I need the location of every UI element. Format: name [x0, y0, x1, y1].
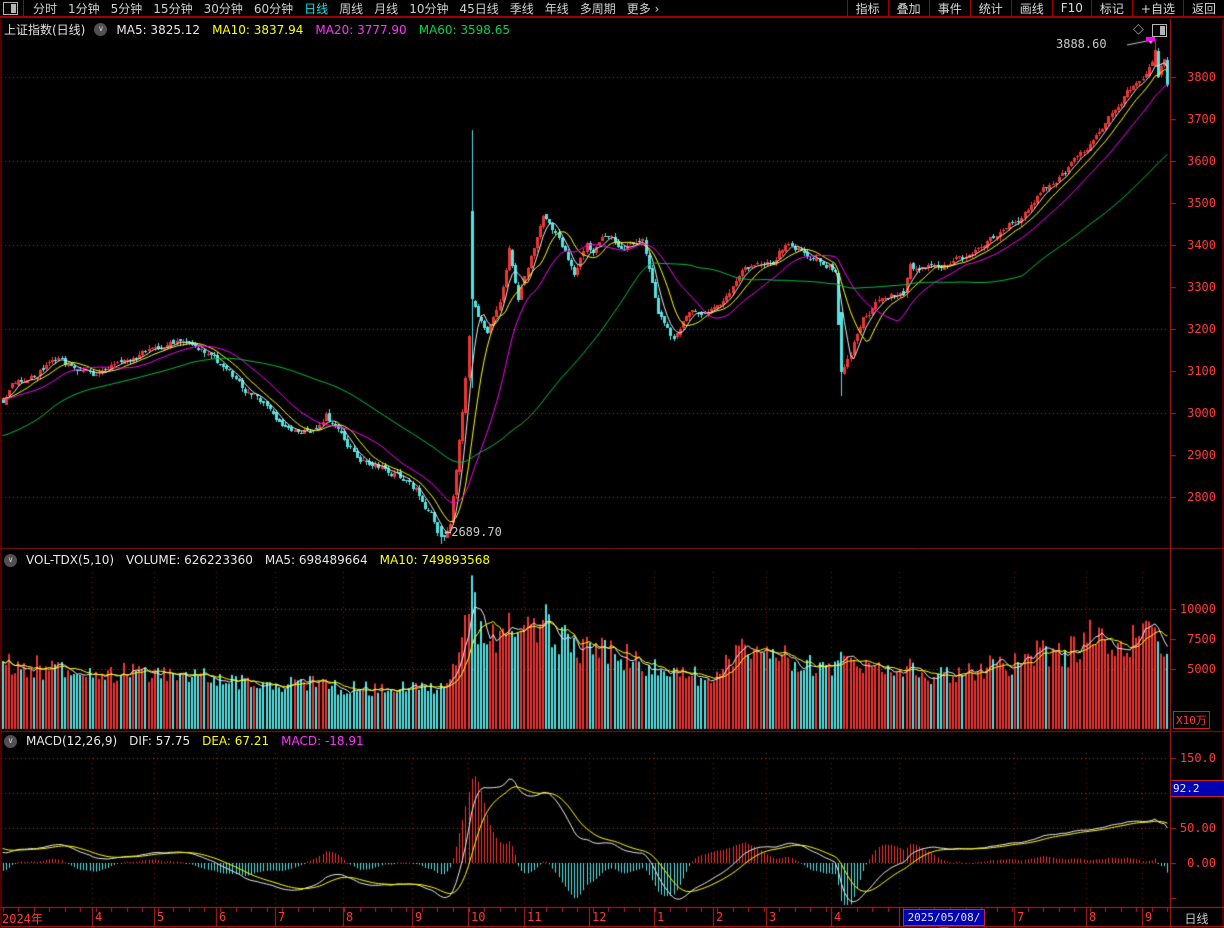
period-tab-6[interactable]: 日线: [304, 0, 328, 17]
indicator-readout: MA10: 3837.94: [212, 23, 303, 37]
period-tab-1[interactable]: 1分钟: [68, 0, 100, 17]
xaxis-label-6: 6: [219, 910, 226, 924]
volume-unit-label: X10万: [1173, 711, 1210, 729]
xaxis-label-7: 7: [278, 910, 285, 924]
macd-pane-header: ∨ MACD(12,26,9) DIF: 57.75 DEA: 67.21 MACD:…: [4, 734, 364, 748]
toolbar-button-6[interactable]: 标记: [1091, 0, 1132, 17]
price-tick-label: 2800: [1172, 490, 1216, 504]
high-price-label: 3888.60: [1056, 37, 1107, 51]
toolbar-button-0[interactable]: 指标: [847, 0, 888, 17]
period-tab-12[interactable]: 年线: [545, 0, 569, 17]
price-tick-label: 3700: [1172, 112, 1216, 126]
xaxis-label-11: 11: [527, 910, 541, 924]
chart-canvas[interactable]: [0, 0, 1224, 928]
indicator-readout: MACD: -18.91: [281, 734, 364, 748]
macd-axis-marker: 92.2: [1171, 780, 1224, 797]
collapse-chevron-icon[interactable]: ∨: [94, 23, 107, 36]
volume-indicator-values: VOL-TDX(5,10) VOLUME: 626223360 MA5: 69848…: [26, 553, 490, 567]
xaxis-label-3: 3: [769, 910, 776, 924]
macd-tick-label: 50.00: [1172, 821, 1216, 835]
macd-indicator-values: MACD(12,26,9) DIF: 57.75 DEA: 67.21 MACD: -…: [26, 734, 364, 748]
xaxis-label-1: 1: [657, 910, 664, 924]
toolbar-button-4[interactable]: 画线: [1011, 0, 1052, 17]
macd-tick-label: 0.00: [1172, 856, 1216, 870]
period-tab-11[interactable]: 季线: [510, 0, 534, 17]
indicator-readout: VOL-TDX(5,10): [26, 553, 114, 567]
indicator-readout: MA20: 3777.90: [315, 23, 406, 37]
macd-tick-label: 150.0: [1172, 751, 1216, 765]
period-tab-8[interactable]: 月线: [374, 0, 398, 17]
price-tick-label: 3600: [1172, 154, 1216, 168]
volume-tick-label: 5000: [1172, 662, 1216, 676]
xaxis-label-7: 7: [1017, 910, 1024, 924]
window-panel-icon[interactable]: [1152, 24, 1167, 37]
period-tab-0[interactable]: 分时: [33, 0, 57, 17]
period-tab-4[interactable]: 30分钟: [204, 0, 243, 17]
xaxis-label-10: 10: [471, 910, 485, 924]
toolbar-button-3[interactable]: 统计: [970, 0, 1011, 17]
xaxis-label-8: 8: [346, 910, 353, 924]
indicator-readout: DIF: 57.75: [129, 734, 190, 748]
price-tick-label: 3300: [1172, 280, 1216, 294]
period-tab-10[interactable]: 45日线: [459, 0, 498, 17]
price-tick-label: 3400: [1172, 238, 1216, 252]
toolbar-button-1[interactable]: 叠加: [888, 0, 929, 17]
period-tab-14[interactable]: 更多 ›: [627, 0, 660, 17]
xaxis-label-9: 9: [1145, 910, 1152, 924]
xaxis-label-5: 5: [157, 910, 164, 924]
indicator-readout: VOLUME: 626223360: [126, 553, 253, 567]
period-tab-9[interactable]: 10分钟: [409, 0, 448, 17]
indicator-readout: MA60: 3598.65: [419, 23, 510, 37]
xaxis-label-2024年: 2024年: [2, 910, 43, 927]
indicator-readout: MA5: 3825.12: [116, 23, 200, 37]
volume-pane-header: ∨ VOL-TDX(5,10) VOLUME: 626223360 MA5: 698…: [4, 553, 490, 567]
xaxis-label-9: 9: [415, 910, 422, 924]
toolbar-right-buttons: 指标叠加事件统计画线F10标记+自选返回: [847, 0, 1224, 17]
price-tick-label: 3500: [1172, 196, 1216, 210]
xaxis-label-2: 2: [716, 910, 723, 924]
top-toolbar: 分时 1分钟 5分钟 15分钟 30分钟 60分钟日线周线月线 10分钟 45日线季线年线多周…: [0, 0, 1224, 18]
period-tab-13[interactable]: 多周期: [580, 0, 616, 17]
volume-tick-label: 7500: [1172, 632, 1216, 646]
toolbar-button-8[interactable]: 返回: [1183, 0, 1224, 17]
price-tick-label: 3100: [1172, 364, 1216, 378]
toolbar-button-5[interactable]: F10: [1052, 0, 1091, 17]
period-tab-3[interactable]: 15分钟: [153, 0, 192, 17]
selected-date-badge: 2025/05/08/四: [903, 909, 985, 926]
toolbar-button-7[interactable]: +自选: [1132, 0, 1183, 17]
symbol-title[interactable]: 上证指数(日线): [4, 21, 85, 38]
indicator-readout: MA10: 749893568: [380, 553, 490, 567]
period-tab-5[interactable]: 60分钟: [254, 0, 293, 17]
toolbar-button-2[interactable]: 事件: [929, 0, 970, 17]
low-price-label: ←2689.70: [444, 525, 502, 539]
diamond-marker-icon[interactable]: ◇: [1133, 21, 1144, 37]
period-tab-2[interactable]: 5分钟: [111, 0, 143, 17]
xaxis-label-4: 4: [95, 910, 102, 924]
collapse-chevron-icon[interactable]: ∨: [4, 554, 17, 567]
panel-layout-icon[interactable]: [3, 2, 18, 15]
xaxis-label-4: 4: [834, 910, 841, 924]
indicator-readout: DEA: 67.21: [202, 734, 269, 748]
indicator-readout: MA5: 698489664: [265, 553, 368, 567]
indicator-readout: MACD(12,26,9): [26, 734, 117, 748]
price-tick-label: 3200: [1172, 322, 1216, 336]
period-tab-7[interactable]: 周线: [339, 0, 363, 17]
price-tick-label: 2900: [1172, 448, 1216, 462]
xaxis-label-12: 12: [592, 910, 606, 924]
volume-tick-label: 10000: [1172, 602, 1216, 616]
price-indicator-values: MA5: 3825.12 MA10: 3837.94 MA20: 3777.90 MA…: [116, 23, 510, 37]
xaxis-period-label: 日线: [1170, 910, 1223, 927]
price-pane-header: 上证指数(日线) ∨ MA5: 3825.12 MA10: 3837.94 MA20…: [4, 21, 510, 38]
toolbar-divider: [23, 0, 24, 17]
period-tabs: 分时 1分钟 5分钟 15分钟 30分钟 60分钟日线周线月线 10分钟 45日线季线年线多周…: [33, 0, 847, 17]
tdx-trading-app: 分时1分钟5分钟15分钟30分钟60分钟日线周线月线10分钟45日线季线年线多周…: [0, 0, 1224, 928]
price-tick-label: 3800: [1172, 70, 1216, 84]
xaxis-label-8: 8: [1089, 910, 1096, 924]
magenta-marker: [1146, 37, 1155, 41]
price-tick-label: 3000: [1172, 406, 1216, 420]
collapse-chevron-icon[interactable]: ∨: [4, 735, 17, 748]
